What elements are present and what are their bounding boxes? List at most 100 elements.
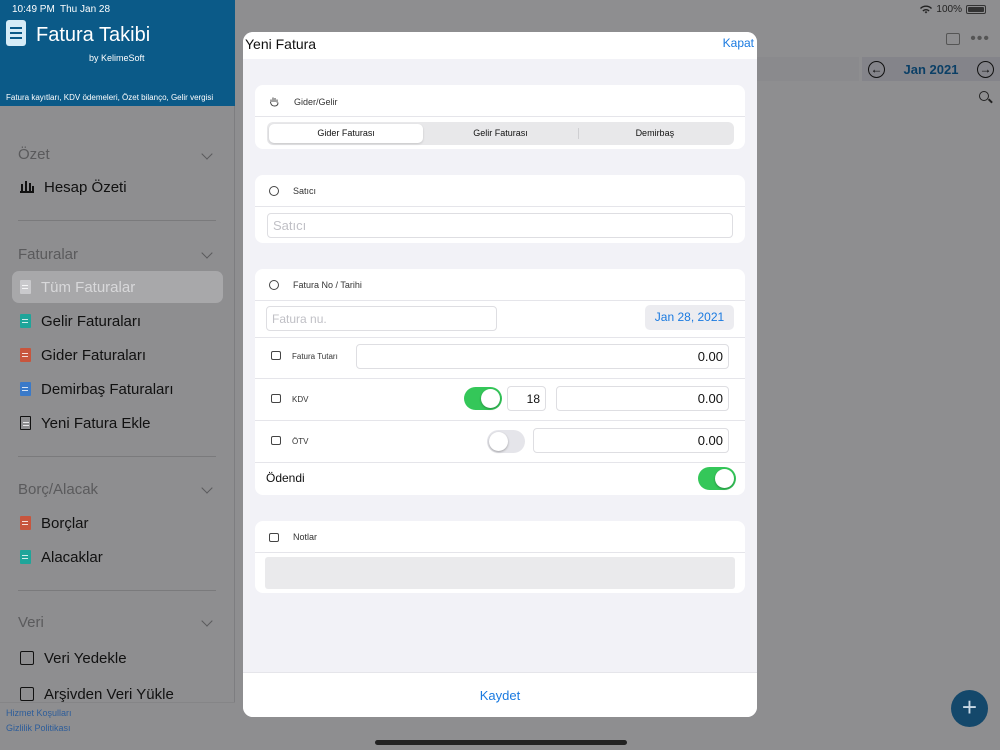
notes-card: Notlar xyxy=(255,521,745,593)
chevron-down-icon[interactable] xyxy=(201,247,213,259)
search-icon xyxy=(979,91,989,101)
sidebar-item-label: Gider Faturaları xyxy=(41,346,147,364)
status-bar: 10:49 PM Thu Jan 28 100% xyxy=(0,0,1000,18)
notes-icon xyxy=(269,532,279,542)
invoice-date-picker[interactable]: Jan 28, 2021 xyxy=(645,305,734,330)
record-icon xyxy=(269,280,279,290)
card-title: Fatura No / Tarihi xyxy=(293,280,362,290)
hand-icon xyxy=(270,97,279,107)
sidebar-item-tum-faturalar[interactable]: Tüm Faturalar xyxy=(12,271,223,303)
kdv-amount-input[interactable] xyxy=(556,386,729,411)
document-icon xyxy=(20,280,31,294)
privacy-link[interactable]: Gizlilik Politikası xyxy=(6,723,71,733)
section-title-veri[interactable]: Veri xyxy=(18,614,44,631)
app-title: Fatura Takibi xyxy=(36,24,151,46)
sidebar-item-label: Tüm Faturalar xyxy=(41,278,136,296)
sidebar-item-gelir-faturalari[interactable]: Gelir Faturaları xyxy=(12,305,223,337)
save-button[interactable]: Kaydet xyxy=(243,673,757,717)
invoice-number-input[interactable] xyxy=(266,306,497,331)
document-icon xyxy=(20,516,31,530)
invoice-type-segmented-control: Gider Faturası Gelir Faturası Demirbaş xyxy=(267,122,734,145)
home-indicator xyxy=(375,740,627,745)
status-time: 10:49 PM xyxy=(12,4,55,15)
sidebar-footer: Hizmet Koşulları Gizlilik Politikası xyxy=(0,702,235,750)
more-icon[interactable]: ••• xyxy=(970,30,990,48)
modal-header: Yeni Fatura Kapat xyxy=(243,32,757,59)
card-title: Gider/Gelir xyxy=(294,96,338,107)
month-label: Jan 2021 xyxy=(903,61,959,77)
amount-input[interactable] xyxy=(356,344,729,369)
amount-label: Fatura Tutarı xyxy=(292,352,338,361)
otv-amount-input[interactable] xyxy=(533,428,729,453)
section-title-faturalar[interactable]: Faturalar xyxy=(18,246,78,263)
segment-gelir-faturasi[interactable]: Gelir Faturası xyxy=(423,124,577,143)
seller-card: Satıcı xyxy=(255,175,745,243)
close-button[interactable]: Kapat xyxy=(723,36,754,50)
sidebar-item-label: Alacaklar xyxy=(41,548,103,566)
invoice-logo-icon xyxy=(6,20,26,46)
person-icon xyxy=(269,186,279,196)
sidebar-item-label: Yeni Fatura Ekle xyxy=(41,414,151,432)
invoice-type-card: Gider/Gelir Gider Faturası Gelir Faturas… xyxy=(255,85,745,149)
document-add-icon xyxy=(20,416,31,430)
restore-icon xyxy=(20,687,34,701)
background-header-strip xyxy=(757,57,859,81)
sidebar-item-label: Gelir Faturaları xyxy=(41,312,142,330)
sidebar-item-label: Hesap Özeti xyxy=(44,178,127,196)
sidebar-item-demirbas-faturalari[interactable]: Demirbaş Faturaları xyxy=(12,373,223,405)
document-icon xyxy=(20,314,31,328)
kdv-toggle[interactable] xyxy=(464,387,502,410)
section-title-borc-alacak[interactable]: Borç/Alacak xyxy=(18,481,98,498)
tax-icon xyxy=(271,394,281,403)
status-date: Thu Jan 28 xyxy=(60,4,111,15)
notes-textarea[interactable] xyxy=(265,557,735,589)
chevron-down-icon[interactable] xyxy=(201,482,213,494)
month-navigator: ← Jan 2021 → xyxy=(862,57,1000,81)
sidebar-item-borclar[interactable]: Borçlar xyxy=(12,507,223,539)
paid-toggle[interactable] xyxy=(698,467,736,490)
sidebar-item-veri-yedekle[interactable]: Veri Yedekle xyxy=(12,642,223,674)
sidebar: Fatura Takibi by KelimeSoft Fatura kayıt… xyxy=(0,0,235,750)
sidebar-item-label: Demirbaş Faturaları xyxy=(41,380,174,398)
sidebar-item-alacaklar[interactable]: Alacaklar xyxy=(12,541,223,573)
sidebar-item-hesap-ozeti[interactable]: Hesap Özeti xyxy=(12,171,223,203)
kdv-rate-input[interactable] xyxy=(507,386,546,411)
sidebar-item-label: Arşivden Veri Yükle xyxy=(44,685,174,703)
sidebar-item-label: Borçlar xyxy=(41,514,89,532)
segment-gider-faturasi[interactable]: Gider Faturası xyxy=(269,124,424,143)
document-icon xyxy=(20,382,31,396)
sidebar-item-gider-faturalari[interactable]: Gider Faturaları xyxy=(12,339,223,371)
section-title-ozet[interactable]: Özet xyxy=(18,146,50,163)
paid-label: Ödendi xyxy=(266,471,305,485)
seller-input[interactable] xyxy=(267,213,733,238)
document-icon xyxy=(20,550,31,564)
backup-icon xyxy=(20,651,34,665)
otv-toggle[interactable] xyxy=(487,430,525,453)
segment-demirbas[interactable]: Demirbaş xyxy=(577,124,732,143)
otv-label: ÖTV xyxy=(292,437,309,446)
kdv-label: KDV xyxy=(292,395,309,404)
arrow-right-icon[interactable]: → xyxy=(977,60,994,78)
sidebar-item-yeni-fatura-ekle[interactable]: Yeni Fatura Ekle xyxy=(12,407,223,439)
modal-title: Yeni Fatura xyxy=(245,36,317,52)
search-bar[interactable] xyxy=(757,86,993,110)
chevron-down-icon[interactable] xyxy=(201,148,213,160)
card-title: Notlar xyxy=(293,532,318,542)
app-byline: by KelimeSoft xyxy=(89,53,145,63)
arrow-left-icon[interactable]: ← xyxy=(868,60,885,78)
wifi-icon xyxy=(920,5,933,14)
tax-icon xyxy=(271,436,281,445)
print-icon[interactable] xyxy=(946,33,961,45)
document-icon xyxy=(20,348,31,362)
chevron-down-icon[interactable] xyxy=(201,615,213,627)
invoice-details-card: Fatura No / Tarihi Jan 28, 2021 Fatura T… xyxy=(255,269,745,495)
modal-footer: Kaydet xyxy=(243,672,757,717)
card-title: Satıcı xyxy=(293,186,317,196)
battery-percent: 100% xyxy=(936,4,962,15)
tray-icon xyxy=(271,351,281,360)
terms-link[interactable]: Hizmet Koşulları xyxy=(6,708,72,718)
sidebar-item-label: Veri Yedekle xyxy=(44,649,127,667)
new-invoice-modal: Yeni Fatura Kapat Gider/Gelir Gider Fatu… xyxy=(243,32,757,717)
bar-chart-icon xyxy=(20,181,34,193)
add-button[interactable]: + xyxy=(951,690,988,727)
